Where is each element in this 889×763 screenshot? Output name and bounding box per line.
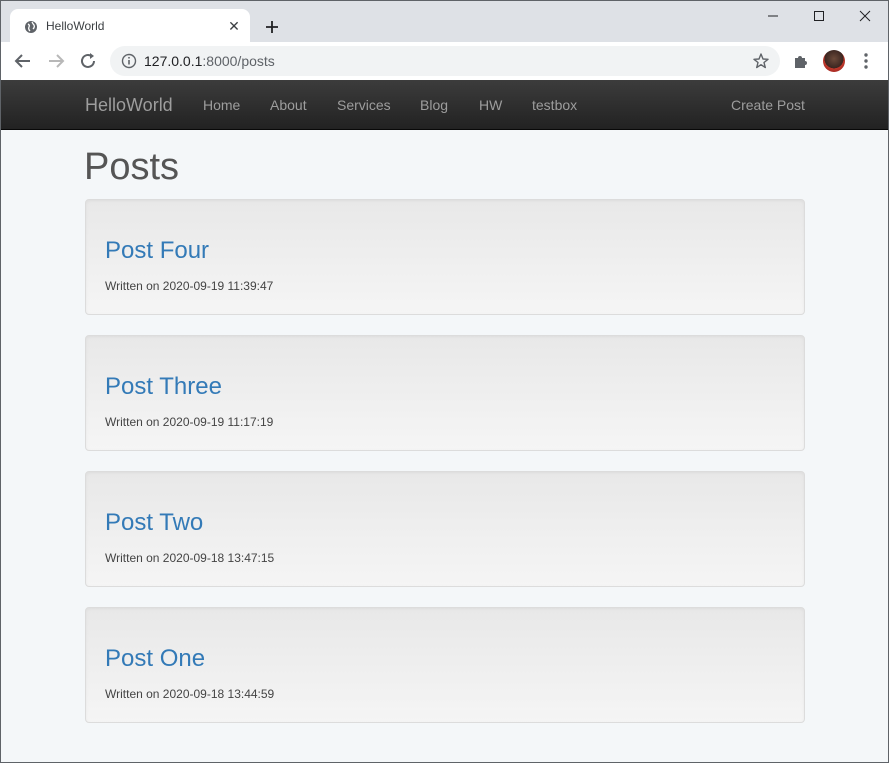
tab-close-icon[interactable]: ✕ [224,16,244,36]
browser-tab-strip: HelloWorld ✕ [0,0,889,43]
post-title-link[interactable]: Post Four [105,237,209,265]
post-title-link[interactable]: Post Two [105,509,203,537]
post-meta: Written on 2020-09-19 11:17:19 [105,415,274,429]
nav-link-services[interactable]: Services [337,97,391,113]
navbar-brand[interactable]: HelloWorld [85,95,173,116]
browser-toolbar: 127.0.0.1:8000/posts [0,42,889,80]
url-host: 127.0.0.1 [144,53,203,69]
new-tab-icon[interactable] [260,15,284,39]
post-title-link[interactable]: Post One [105,645,205,673]
site-info-icon[interactable] [121,53,137,69]
profile-avatar[interactable] [823,50,845,72]
bookmark-star-icon[interactable] [752,52,770,70]
nav-link-hw[interactable]: HW [479,97,502,113]
nav-link-testbox[interactable]: testbox [532,97,577,113]
site-navbar: HelloWorld Home About Services Blog HW t… [1,80,888,130]
post-meta: Written on 2020-09-18 13:47:15 [105,551,275,565]
nav-link-about[interactable]: About [270,97,307,113]
post-meta: Written on 2020-09-18 13:44:59 [105,687,275,701]
browser-tab[interactable]: HelloWorld ✕ [10,9,250,43]
nav-link-home[interactable]: Home [203,97,240,113]
url-path: :8000/posts [202,53,275,69]
address-bar[interactable]: 127.0.0.1:8000/posts [110,46,780,76]
globe-icon [25,21,37,33]
post-card: Post One Written on 2020-09-18 13:44:59 [85,607,805,723]
post-card: Post Three Written on 2020-09-19 11:17:1… [85,335,805,451]
back-arrow-icon[interactable] [12,50,34,72]
post-title-link[interactable]: Post Three [105,373,222,401]
tab-title: HelloWorld [46,19,105,33]
page-viewport: HelloWorld Home About Services Blog HW t… [0,80,889,763]
more-vertical-icon[interactable] [856,51,876,71]
url-text: 127.0.0.1:8000/posts [144,53,275,69]
maximize-icon[interactable] [805,5,833,27]
post-card: Post Four Written on 2020-09-19 11:39:47 [85,199,805,315]
post-card: Post Two Written on 2020-09-18 13:47:15 [85,471,805,587]
post-meta: Written on 2020-09-19 11:39:47 [105,279,274,293]
page-title: Posts [84,146,180,188]
nav-link-blog[interactable]: Blog [420,97,448,113]
reload-icon[interactable] [77,50,99,72]
minimize-icon[interactable] [759,5,787,27]
window-close-icon[interactable] [851,5,879,27]
forward-arrow-icon[interactable] [45,50,67,72]
extensions-puzzle-icon[interactable] [791,51,811,71]
create-post-link[interactable]: Create Post [731,97,805,113]
